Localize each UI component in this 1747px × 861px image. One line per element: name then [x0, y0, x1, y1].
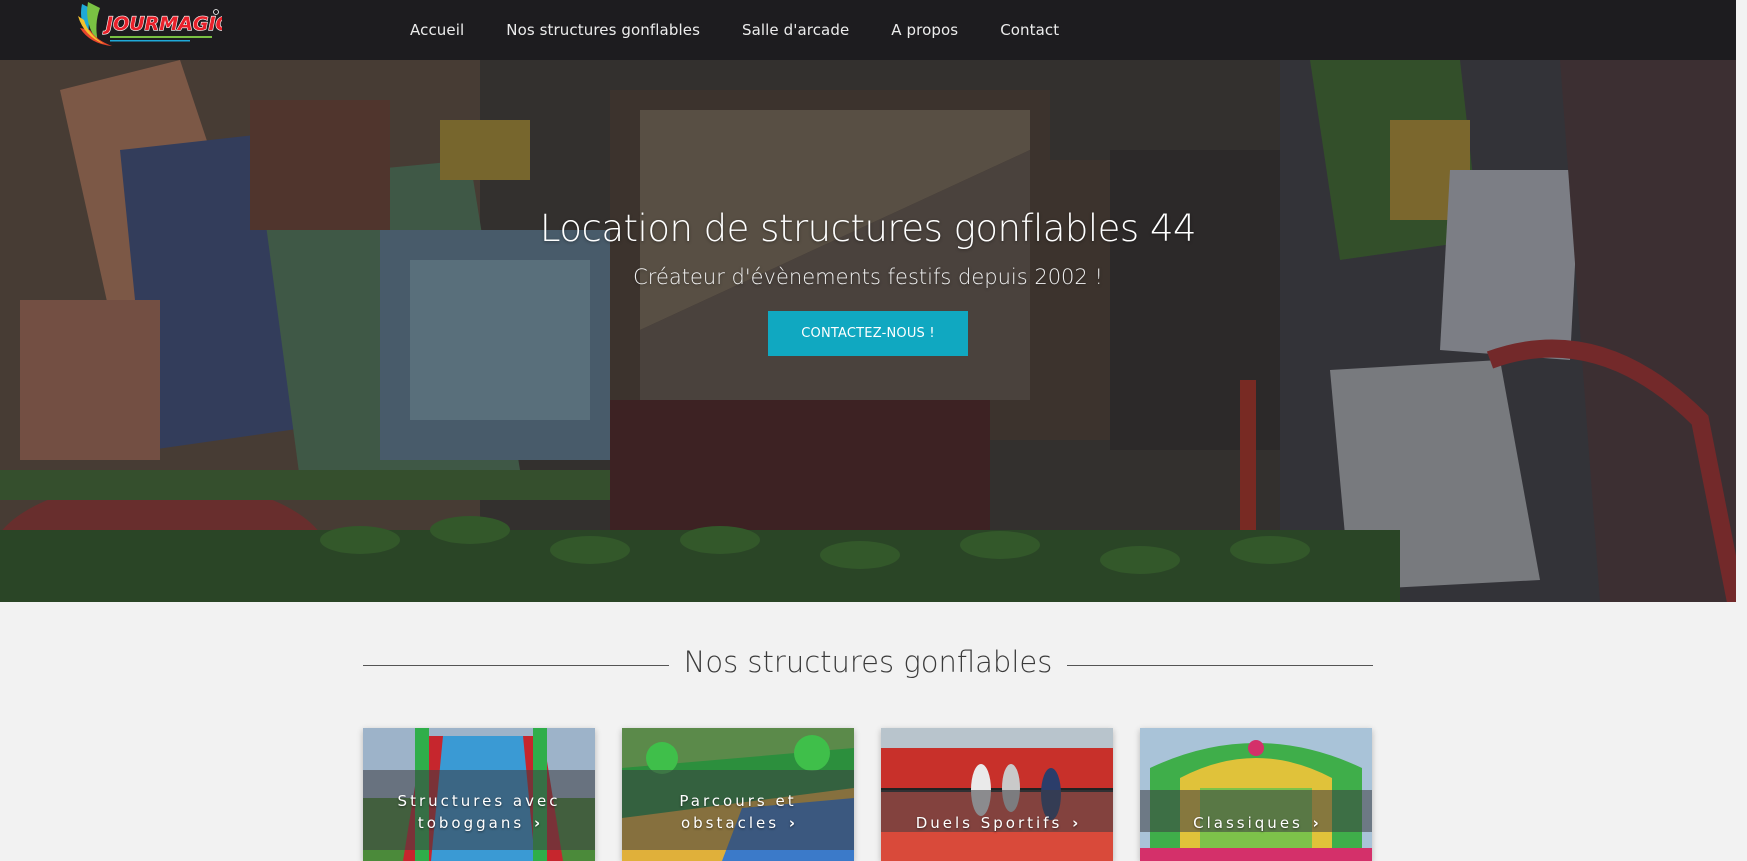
hero-title: Location de structures gonflables 44	[539, 207, 1197, 250]
nav-item-structures[interactable]: Nos structures gonflables	[506, 21, 700, 39]
card-title-line2-row: Classiques ›	[1140, 812, 1372, 834]
category-card-toboggans[interactable]: Structures avec toboggans ›	[363, 728, 595, 861]
category-card-classiques[interactable]: Classiques ›	[1140, 728, 1372, 861]
hero-banner: Location de structures gonflables 44 Cré…	[0, 0, 1736, 602]
nav-item-accueil[interactable]: Accueil	[410, 21, 464, 39]
card-title-line1: Structures avec	[397, 792, 561, 810]
card-title-line2: Classiques	[1193, 814, 1303, 832]
chevron-right-icon: ›	[788, 814, 795, 832]
card-title-line2-row: Duels Sportifs ›	[881, 812, 1113, 834]
hero-overlay	[0, 0, 1736, 602]
card-title-line1: Parcours et	[679, 792, 797, 810]
card-title-line2-row: toboggans ›	[363, 812, 595, 834]
nav-item-arcade[interactable]: Salle d'arcade	[742, 21, 849, 39]
section-title: Nos structures gonflables	[683, 645, 1053, 679]
category-card-parcours[interactable]: Parcours et obstacles ›	[622, 728, 854, 861]
svg-text:JOURMAGIC: JOURMAGIC	[102, 13, 222, 35]
contact-us-button[interactable]: CONTACTEZ-NOUS !	[768, 311, 968, 356]
chevron-right-icon: ›	[1312, 814, 1319, 832]
card-title-line2: Duels Sportifs	[915, 814, 1063, 832]
jourmagic-logo[interactable]: JOURMAGIC	[76, 0, 222, 50]
hero-subtitle: Créateur d'évènements festifs depuis 200…	[633, 265, 1103, 289]
main-nav: Accueil Nos structures gonflables Salle …	[410, 0, 1101, 60]
nav-item-a-propos[interactable]: A propos	[891, 21, 958, 39]
top-navbar: JOURMAGIC Accueil Nos structures gonflab…	[0, 0, 1736, 60]
card-title-line2: toboggans	[417, 814, 525, 832]
nav-item-contact[interactable]: Contact	[1000, 21, 1059, 39]
card-title-line2-row: obstacles ›	[622, 812, 854, 834]
page-scrollbar[interactable]	[1736, 0, 1747, 602]
section-divider-right	[1067, 665, 1373, 666]
category-card-duels[interactable]: Duels Sportifs ›	[881, 728, 1113, 861]
chevron-right-icon: ›	[1072, 814, 1079, 832]
chevron-right-icon: ›	[533, 814, 541, 832]
card-title-line2: obstacles	[680, 814, 780, 832]
